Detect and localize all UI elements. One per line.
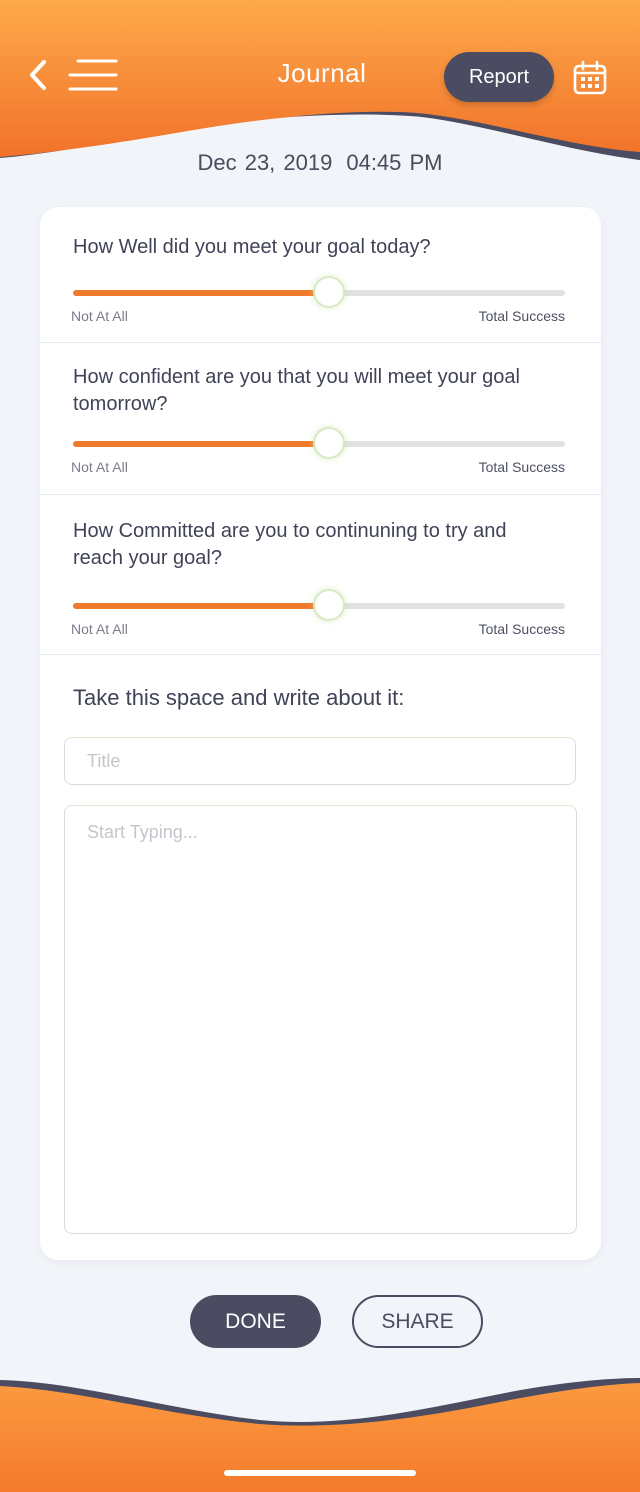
section-divider bbox=[40, 654, 601, 655]
journal-card: How Well did you meet your goal today? N… bbox=[40, 207, 601, 1260]
back-button[interactable] bbox=[22, 56, 56, 94]
journal-body-input[interactable] bbox=[64, 805, 577, 1234]
scale-max-label: Total Success bbox=[478, 308, 565, 324]
page-title: Journal bbox=[277, 58, 367, 88]
scale-max-label: Total Success bbox=[478, 621, 565, 637]
title-input[interactable] bbox=[64, 737, 576, 785]
question-goal-met: How Well did you meet your goal today? N… bbox=[40, 207, 601, 342]
slider-thumb[interactable] bbox=[314, 429, 343, 457]
slider-fill bbox=[73, 603, 329, 609]
entry-time: 04:45 PM bbox=[346, 150, 443, 175]
entry-datetime: Dec 23, 2019 04:45 PM bbox=[0, 150, 640, 176]
slider-thumb[interactable] bbox=[314, 591, 343, 619]
calendar-icon bbox=[573, 60, 607, 95]
question-commitment: How Committed are you to continuning to … bbox=[40, 494, 601, 655]
question-text: How Well did you meet your goal today? bbox=[73, 236, 431, 258]
calendar-button[interactable] bbox=[572, 60, 608, 96]
done-button[interactable]: DONE bbox=[190, 1295, 321, 1348]
write-prompt: Take this space and write about it: bbox=[73, 685, 405, 710]
question-text: How Committed are you to continuning to … bbox=[73, 520, 507, 569]
question-text: How confident are you that you will meet… bbox=[73, 366, 520, 415]
hamburger-menu-icon bbox=[68, 59, 118, 91]
share-button[interactable]: SHARE bbox=[352, 1295, 483, 1348]
confidence-slider[interactable] bbox=[73, 429, 565, 459]
report-button[interactable]: Report bbox=[444, 52, 554, 102]
entry-date: Dec 23, 2019 bbox=[197, 150, 333, 175]
menu-button[interactable] bbox=[66, 57, 118, 93]
scale-min-label: Not At All bbox=[71, 308, 128, 324]
slider-thumb[interactable] bbox=[314, 278, 343, 306]
commitment-slider[interactable] bbox=[73, 591, 565, 621]
home-indicator bbox=[224, 1470, 416, 1476]
goal-met-slider[interactable] bbox=[73, 278, 565, 308]
scale-min-label: Not At All bbox=[71, 459, 128, 475]
chevron-left-icon bbox=[30, 60, 46, 90]
slider-fill bbox=[73, 441, 329, 447]
question-confidence: How confident are you that you will meet… bbox=[40, 342, 601, 495]
slider-fill bbox=[73, 290, 329, 296]
scale-max-label: Total Success bbox=[478, 459, 565, 475]
scale-min-label: Not At All bbox=[71, 621, 128, 637]
